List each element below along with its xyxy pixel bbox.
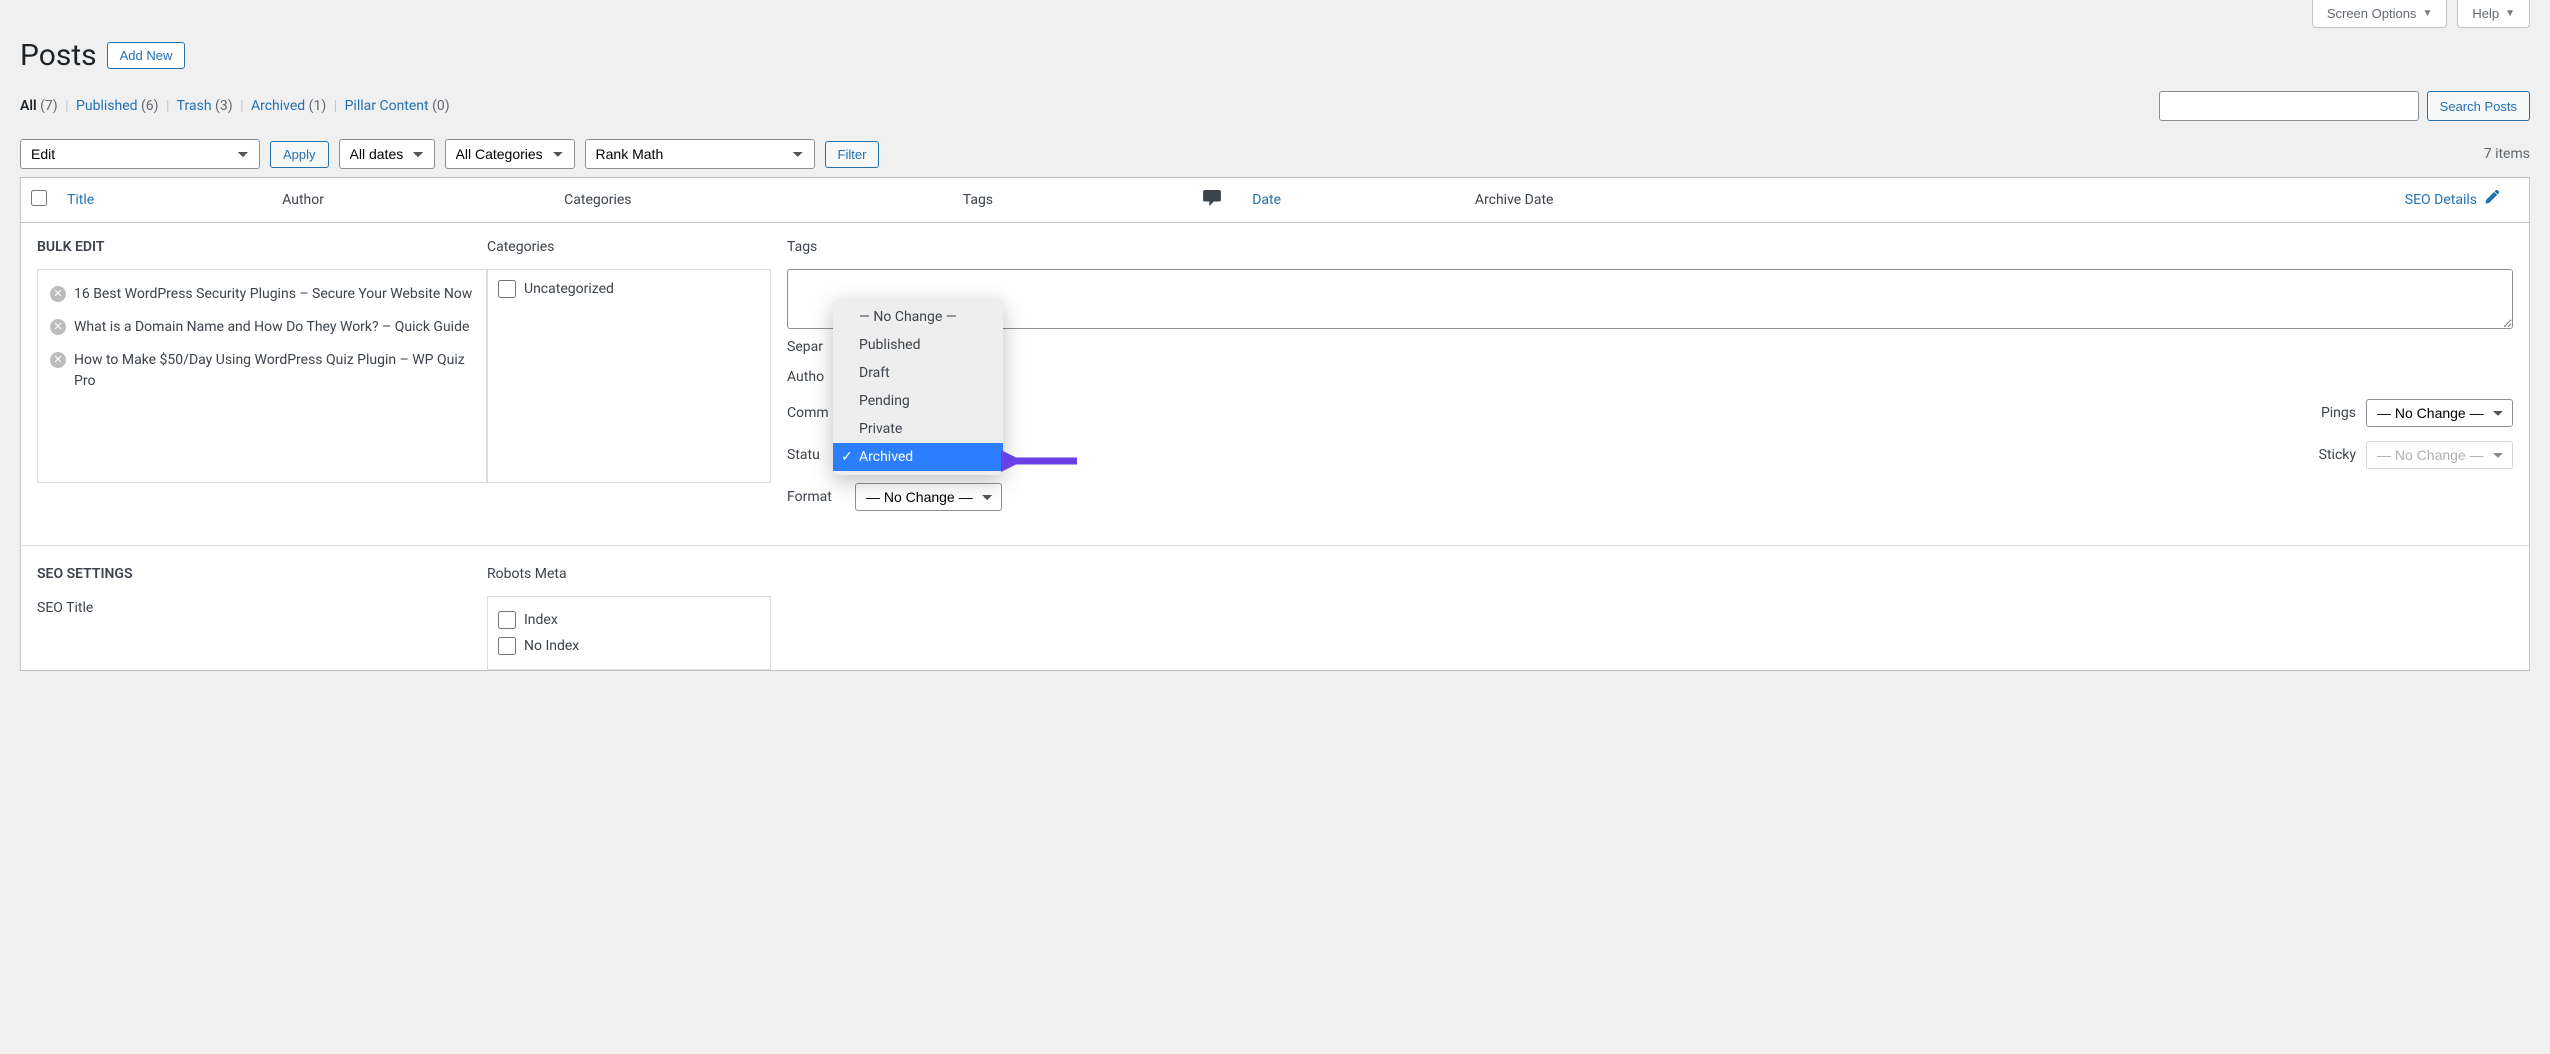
- robots-option-index[interactable]: Index: [498, 607, 760, 633]
- status-option-private[interactable]: Private: [833, 415, 1003, 443]
- category-option-uncategorized[interactable]: Uncategorized: [498, 280, 760, 298]
- bulk-edit-heading: BULK EDIT: [37, 239, 487, 255]
- format-select[interactable]: — No Change —: [855, 483, 1002, 511]
- search-input[interactable]: [2159, 91, 2419, 121]
- category-filter-select[interactable]: All Categories: [445, 139, 575, 169]
- pings-label: Pings: [2306, 405, 2356, 421]
- remove-post-icon[interactable]: ✕: [50, 352, 66, 368]
- filter-trash[interactable]: Trash: [177, 98, 212, 114]
- robots-option-no-index[interactable]: No Index: [498, 633, 760, 659]
- select-all-checkbox[interactable]: [31, 190, 47, 206]
- sticky-select: — No Change —: [2366, 441, 2513, 469]
- filter-all[interactable]: All: [20, 98, 37, 114]
- col-author: Author: [272, 178, 554, 223]
- bulk-post-row: ✕ How to Make $50/Day Using WordPress Qu…: [46, 344, 478, 398]
- author-label: Autho: [787, 369, 824, 385]
- help-button[interactable]: Help ▼: [2457, 0, 2530, 28]
- bulk-tags-heading: Tags: [787, 239, 2513, 255]
- seo-settings-heading: SEO SETTINGS: [37, 566, 487, 582]
- status-option-published[interactable]: Published: [833, 331, 1003, 359]
- comment-icon: [1203, 194, 1221, 210]
- post-status-filters: All (7) | Published (6) | Trash (3) | Ar…: [20, 98, 450, 114]
- chevron-down-icon: ▼: [2422, 8, 2432, 19]
- seo-filter-select[interactable]: Rank Math: [585, 139, 815, 169]
- page-title: Posts: [20, 38, 97, 73]
- col-categories: Categories: [554, 178, 953, 223]
- filter-published[interactable]: Published: [76, 98, 137, 114]
- format-label: Format: [787, 489, 845, 505]
- chevron-down-icon: ▼: [2505, 8, 2515, 19]
- robots-checkbox[interactable]: [498, 611, 516, 629]
- screen-options-label: Screen Options: [2327, 6, 2417, 21]
- pencil-icon: [2483, 190, 2499, 210]
- col-archive-date: Archive Date: [1465, 178, 1915, 223]
- bulk-edit-posts-box: ✕ 16 Best WordPress Security Plugins – S…: [37, 269, 487, 483]
- seo-title-label: SEO Title: [37, 600, 487, 616]
- help-label: Help: [2472, 6, 2499, 21]
- status-option-archived[interactable]: Archived: [833, 443, 1003, 471]
- bulk-post-row: ✕ What is a Domain Name and How Do They …: [46, 311, 478, 344]
- col-tags: Tags: [953, 178, 1182, 223]
- bulk-categories-box: Uncategorized: [487, 269, 771, 483]
- bulk-action-select[interactable]: Edit: [20, 139, 260, 169]
- status-option-no-change[interactable]: — No Change —: [833, 303, 1003, 331]
- robots-meta-box: Index No Index: [487, 596, 771, 670]
- category-checkbox[interactable]: [498, 280, 516, 298]
- remove-post-icon[interactable]: ✕: [50, 319, 66, 335]
- tags-textarea[interactable]: [787, 269, 2513, 329]
- apply-button[interactable]: Apply: [270, 141, 329, 168]
- robots-checkbox[interactable]: [498, 637, 516, 655]
- status-dropdown[interactable]: — No Change — Published Draft Pending Pr…: [833, 299, 1003, 475]
- add-new-button[interactable]: Add New: [107, 42, 186, 69]
- pings-select[interactable]: — No Change —: [2366, 399, 2513, 427]
- sticky-label: Sticky: [2306, 447, 2356, 463]
- bulk-categories-heading: Categories: [487, 239, 787, 255]
- col-title[interactable]: Title: [57, 178, 272, 223]
- filter-archived[interactable]: Archived: [251, 98, 305, 114]
- col-date[interactable]: Date: [1242, 178, 1465, 223]
- status-option-draft[interactable]: Draft: [833, 359, 1003, 387]
- status-option-pending[interactable]: Pending: [833, 387, 1003, 415]
- col-comments: [1182, 178, 1242, 223]
- robots-meta-heading: Robots Meta: [487, 566, 787, 582]
- tags-separator-hint: Separ: [787, 339, 2513, 355]
- items-count: 7 items: [2484, 146, 2530, 162]
- bulk-post-row: ✕ 16 Best WordPress Security Plugins – S…: [46, 278, 478, 311]
- search-posts-button[interactable]: Search Posts: [2427, 91, 2530, 121]
- filter-button[interactable]: Filter: [825, 141, 880, 168]
- remove-post-icon[interactable]: ✕: [50, 286, 66, 302]
- screen-options-button[interactable]: Screen Options ▼: [2312, 0, 2448, 28]
- filter-pillar[interactable]: Pillar Content: [345, 98, 429, 114]
- date-filter-select[interactable]: All dates: [339, 139, 435, 169]
- col-seo-details[interactable]: SEO Details: [1915, 178, 2530, 223]
